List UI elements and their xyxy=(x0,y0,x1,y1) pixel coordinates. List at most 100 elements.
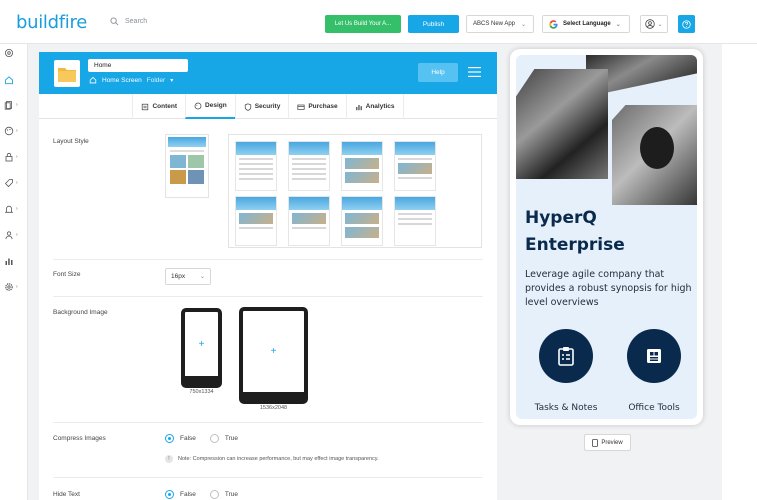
layout-option[interactable] xyxy=(394,141,436,191)
plus-icon: + xyxy=(270,346,277,357)
chevron-down-icon: ⌄ xyxy=(199,274,205,280)
clipboard-icon xyxy=(558,347,574,366)
feature-office-tools[interactable]: Office Tools xyxy=(616,329,692,413)
tab-label: Analytics xyxy=(365,103,395,110)
palette-icon[interactable]: › xyxy=(4,124,26,138)
search-box[interactable]: Search xyxy=(110,17,147,26)
gear-icon[interactable]: › xyxy=(4,280,26,294)
app-select-value: ABCS New App xyxy=(473,21,516,27)
settings-icon[interactable] xyxy=(4,46,26,60)
current-layout-thumbnail[interactable] xyxy=(165,134,209,198)
layout-option[interactable] xyxy=(235,141,277,191)
feature-circle xyxy=(539,329,593,383)
layout-option[interactable] xyxy=(341,141,383,191)
tag-icon[interactable]: › xyxy=(4,176,26,190)
app-preview-phone: HyperQ Enterprise Leverage agile company… xyxy=(510,49,703,425)
layout-option[interactable] xyxy=(341,196,383,246)
lock-icon[interactable]: › xyxy=(4,150,26,164)
compress-false-radio[interactable] xyxy=(165,434,174,443)
app-select[interactable]: ABCS New App ⌄ xyxy=(466,15,534,33)
font-size-select[interactable]: 16px ⌄ xyxy=(165,268,211,285)
google-icon xyxy=(549,19,558,29)
help-button[interactable]: Help xyxy=(418,63,458,82)
help-question-button[interactable] xyxy=(678,15,695,33)
phone-background-upload[interactable]: + xyxy=(181,308,222,388)
folder-thumbnail[interactable] xyxy=(54,60,80,87)
chevron-right-icon: › xyxy=(16,102,18,108)
build-your-app-button[interactable]: Let Us Build Your A... xyxy=(325,15,401,33)
preview-title-line2: Enterprise xyxy=(525,235,625,255)
buildfire-logo[interactable]: buildfire xyxy=(16,12,87,33)
hide-true-label: True xyxy=(224,491,239,498)
preview-description: Leverage agile company that provides a r… xyxy=(525,269,692,308)
preview-button[interactable]: Preview xyxy=(584,434,631,451)
analytics-icon[interactable] xyxy=(4,254,26,268)
divider xyxy=(53,477,483,478)
credit-card-icon xyxy=(297,104,305,110)
hamburger-menu-icon[interactable] xyxy=(468,66,481,78)
preview-title-line1: HyperQ xyxy=(525,208,597,228)
tablet-background-upload[interactable]: + xyxy=(239,307,308,404)
tab-content[interactable]: Content xyxy=(132,94,185,119)
hide-true-radio[interactable] xyxy=(209,490,219,499)
bell-icon[interactable]: › xyxy=(4,202,26,216)
tab-bar: Content Design Security Purchase Analyti… xyxy=(39,94,497,119)
phone-size-caption: 750x1334 xyxy=(189,389,214,395)
feature-label: Tasks & Notes xyxy=(534,403,598,413)
caret-down-icon[interactable]: ▾ xyxy=(170,77,173,84)
layout-style-label: Layout Style xyxy=(53,138,89,145)
chevron-down-icon: ⌄ xyxy=(521,21,527,28)
chevron-right-icon: › xyxy=(16,154,18,160)
compress-images-label: Compress Images xyxy=(53,435,106,442)
left-rail: › › › › › › › xyxy=(0,44,28,500)
feature-tasks-notes[interactable]: Tasks & Notes xyxy=(528,329,604,413)
language-select-label: Select Language xyxy=(563,21,611,27)
home-icon xyxy=(89,76,97,84)
panel-header: Home Home Screen Folder ▾ Help xyxy=(39,52,497,94)
tab-analytics[interactable]: Analytics xyxy=(345,94,404,119)
breadcrumb-type[interactable]: Folder xyxy=(147,77,165,84)
users-icon[interactable]: › xyxy=(4,228,26,242)
tab-purchase[interactable]: Purchase xyxy=(288,94,345,119)
layout-option[interactable] xyxy=(394,196,436,246)
publish-button[interactable]: Publish xyxy=(408,15,459,33)
tab-security[interactable]: Security xyxy=(234,94,289,119)
chevron-right-icon: › xyxy=(16,180,18,186)
page-title-input[interactable]: Home xyxy=(88,59,188,72)
app-preview-screen: HyperQ Enterprise Leverage agile company… xyxy=(516,55,697,419)
home-icon[interactable] xyxy=(4,73,26,87)
content-icon xyxy=(142,103,149,110)
compress-note-text: Note: Compression can increase performan… xyxy=(178,456,379,462)
chevron-right-icon: › xyxy=(16,128,18,134)
divider xyxy=(53,422,483,423)
layout-option[interactable] xyxy=(235,196,277,246)
font-size-label: Font Size xyxy=(53,271,81,278)
compress-false-label: False xyxy=(180,435,196,442)
layout-options-grid xyxy=(228,134,482,248)
compress-true-radio[interactable] xyxy=(209,434,219,443)
tablet-size-caption: 1536x2048 xyxy=(259,405,288,411)
font-size-value: 16px xyxy=(171,273,186,280)
question-icon xyxy=(682,19,691,29)
info-icon: ! xyxy=(165,455,173,463)
divider xyxy=(53,296,483,297)
palette-icon xyxy=(194,102,202,109)
user-menu-button[interactable]: ⌄ xyxy=(640,15,668,33)
tab-label: Design xyxy=(205,102,227,109)
breadcrumb-screen[interactable]: Home Screen xyxy=(102,77,142,84)
plus-icon: + xyxy=(198,338,205,350)
layout-option[interactable] xyxy=(288,196,330,246)
hide-false-label: False xyxy=(180,491,196,498)
background-image-label: Background Image xyxy=(53,309,108,316)
top-bar: buildfire Search Let Us Build Your A... … xyxy=(0,0,757,44)
chevron-down-icon: ⌄ xyxy=(615,21,621,28)
chevron-right-icon: › xyxy=(16,206,18,212)
hide-false-radio[interactable] xyxy=(165,490,174,499)
pages-icon[interactable]: › xyxy=(4,98,26,112)
feature-label: Office Tools xyxy=(628,403,680,413)
folder-icon xyxy=(58,67,76,82)
tab-design[interactable]: Design xyxy=(185,94,235,119)
layout-option[interactable] xyxy=(288,141,330,191)
tab-label: Purchase xyxy=(308,103,338,110)
language-select[interactable]: Select Language ⌄ xyxy=(542,15,630,33)
